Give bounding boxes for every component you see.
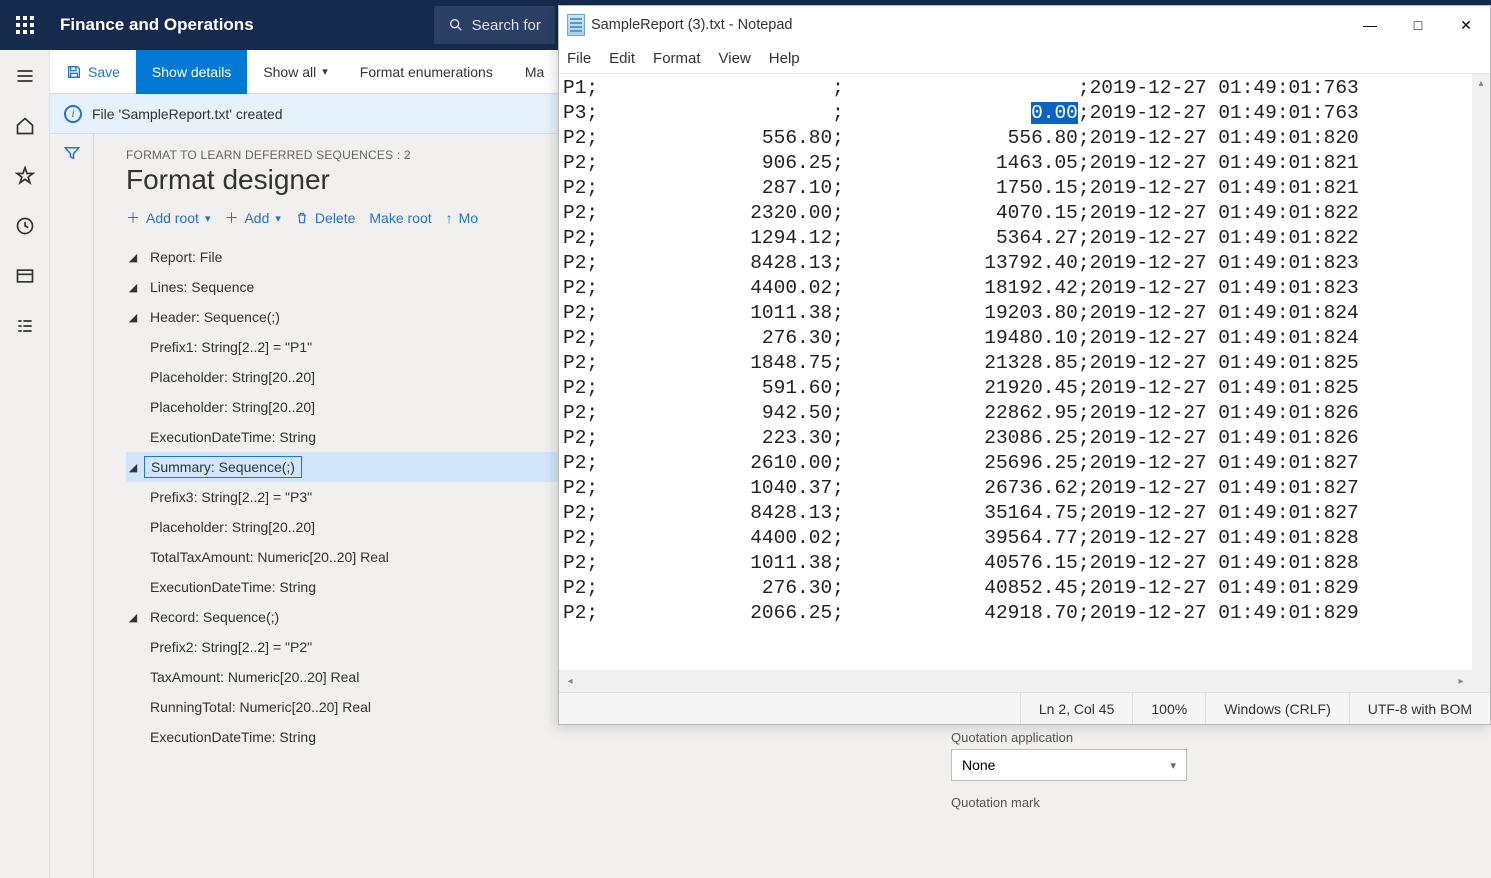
format-enumerations-button[interactable]: Format enumerations xyxy=(344,50,509,94)
nav-hamburger-icon[interactable] xyxy=(5,56,45,96)
vertical-scrollbar[interactable]: ▴ xyxy=(1472,74,1490,670)
trash-icon xyxy=(295,211,309,225)
notepad-titlebar[interactable]: SampleReport (3).txt - Notepad — □ ✕ xyxy=(559,6,1490,44)
delete-button[interactable]: Delete xyxy=(295,210,355,226)
format-enums-label: Format enumerations xyxy=(360,64,493,80)
notepad-icon xyxy=(567,14,585,36)
filter-bar xyxy=(50,134,94,878)
status-eol: Windows (CRLF) xyxy=(1205,693,1349,724)
status-encoding: UTF-8 with BOM xyxy=(1349,693,1490,724)
nav-star-icon[interactable] xyxy=(5,156,45,196)
close-button[interactable]: ✕ xyxy=(1442,6,1490,44)
add-root-button[interactable]: ＋Add root▾ xyxy=(126,208,210,228)
minimize-button[interactable]: — xyxy=(1346,6,1394,44)
menu-help[interactable]: Help xyxy=(769,50,800,67)
notepad-menu: File Edit Format View Help xyxy=(559,44,1490,74)
status-position: Ln 2, Col 45 xyxy=(1020,693,1133,724)
notepad-body: P1; ; ;2019-12-27 01:49:01:763 P3; ; 0.0… xyxy=(559,74,1490,692)
info-icon: i xyxy=(64,105,82,123)
status-zoom: 100% xyxy=(1132,693,1205,724)
properties-panel: Quotation application None ▾ Quotation m… xyxy=(951,730,1491,844)
menu-view[interactable]: View xyxy=(719,50,751,67)
search-icon xyxy=(448,17,464,33)
filter-icon[interactable] xyxy=(63,144,81,162)
plus-icon: ＋ xyxy=(224,208,238,228)
arrow-up-icon: ↑ xyxy=(446,210,453,226)
quotation-application-select[interactable]: None ▾ xyxy=(951,749,1187,781)
field-label: Quotation mark xyxy=(951,795,1471,810)
caret-icon[interactable]: ◢ xyxy=(126,311,140,324)
scroll-left-icon[interactable]: ◂ xyxy=(559,670,581,692)
show-details-button[interactable]: Show details xyxy=(136,50,247,94)
app-launcher-button[interactable] xyxy=(0,16,50,34)
maximize-button[interactable]: □ xyxy=(1394,6,1442,44)
quotation-mark-field: Quotation mark xyxy=(951,795,1471,810)
notepad-window: SampleReport (3).txt - Notepad — □ ✕ Fil… xyxy=(558,5,1491,725)
caret-icon[interactable]: ◢ xyxy=(126,611,140,624)
make-root-button[interactable]: Make root xyxy=(369,210,431,226)
save-button[interactable]: Save xyxy=(50,50,136,94)
add-button[interactable]: ＋Add▾ xyxy=(224,208,280,228)
notepad-text-area[interactable]: P1; ; ;2019-12-27 01:49:01:763 P3; ; 0.0… xyxy=(559,74,1490,628)
mapping-label: Ma xyxy=(525,64,544,80)
window-controls: — □ ✕ xyxy=(1346,6,1490,44)
horizontal-scrollbar[interactable]: ◂▸ xyxy=(559,670,1490,692)
field-label: Quotation application xyxy=(951,730,1471,745)
save-label: Save xyxy=(88,64,120,80)
move-button-truncated[interactable]: ↑Mo xyxy=(446,210,478,226)
scroll-right-icon[interactable]: ▸ xyxy=(1450,670,1472,692)
notice-text: File 'SampleReport.txt' created xyxy=(92,106,283,122)
quotation-application-field: Quotation application None ▾ xyxy=(951,730,1471,781)
nav-workspace-icon[interactable] xyxy=(5,256,45,296)
caret-icon[interactable]: ◢ xyxy=(126,281,140,294)
menu-format[interactable]: Format xyxy=(653,50,701,67)
brand-title: Finance and Operations xyxy=(50,15,254,35)
chevron-down-icon: ▾ xyxy=(205,212,211,225)
chevron-down-icon: ▾ xyxy=(1170,759,1176,772)
show-details-label: Show details xyxy=(152,64,231,80)
nav-recent-icon[interactable] xyxy=(5,206,45,246)
menu-file[interactable]: File xyxy=(567,50,591,67)
nav-home-icon[interactable] xyxy=(5,106,45,146)
search-placeholder: Search for xyxy=(472,17,541,34)
mapping-button-truncated[interactable]: Ma xyxy=(509,50,560,94)
chevron-down-icon: ▾ xyxy=(275,212,281,225)
scroll-up-icon[interactable]: ▴ xyxy=(1472,74,1490,92)
menu-edit[interactable]: Edit xyxy=(609,50,635,67)
save-icon xyxy=(66,64,82,80)
window-title: SampleReport (3).txt - Notepad xyxy=(591,17,792,33)
caret-icon[interactable]: ◢ xyxy=(126,251,140,264)
show-all-label: Show all xyxy=(263,64,316,80)
global-search[interactable]: Search for xyxy=(434,6,555,44)
show-all-button[interactable]: Show all ▾ xyxy=(247,50,343,94)
waffle-icon xyxy=(16,16,34,34)
select-value: None xyxy=(962,757,995,773)
notepad-statusbar: Ln 2, Col 45 100% Windows (CRLF) UTF-8 w… xyxy=(559,692,1490,724)
chevron-down-icon: ▾ xyxy=(322,65,328,78)
nav-modules-icon[interactable] xyxy=(5,306,45,346)
left-nav-rail xyxy=(0,50,50,878)
plus-icon: ＋ xyxy=(126,208,140,228)
caret-icon[interactable]: ◢ xyxy=(126,461,140,474)
